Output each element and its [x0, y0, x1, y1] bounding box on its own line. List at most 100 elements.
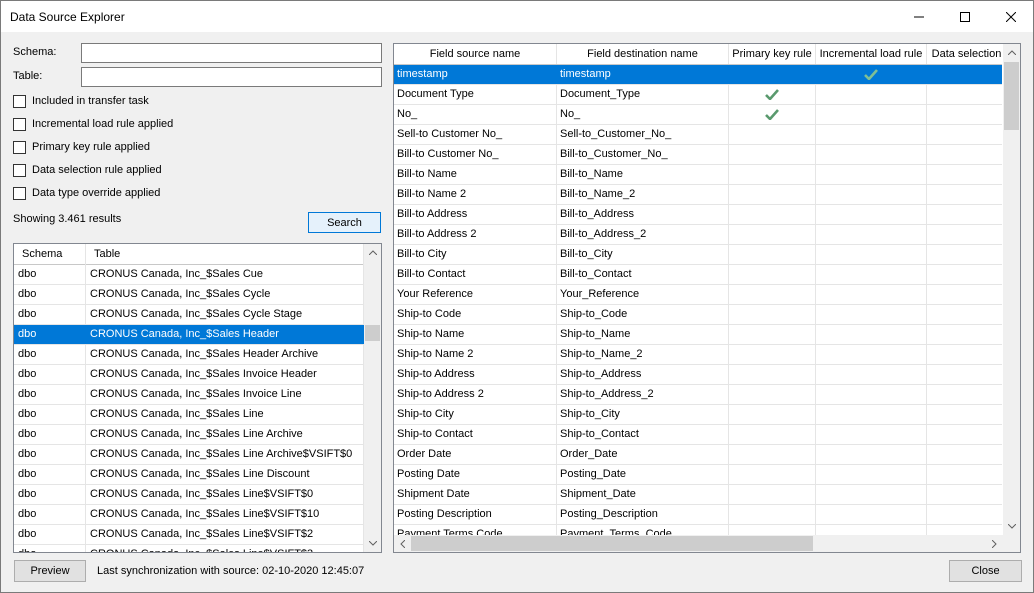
field-destination-cell: Bill-to_Name_2	[557, 185, 729, 204]
column-header-primary-key-rule[interactable]: Primary key rule	[729, 44, 816, 64]
included-in-transfer-task-checkbox[interactable]: Included in transfer task	[13, 93, 149, 109]
field-row[interactable]: Bill-to City Bill-to_City	[394, 245, 1002, 265]
table-row[interactable]: dboCRONUS Canada, Inc_$Sales Line$VSIFT$…	[14, 485, 364, 505]
data-selection-cell	[927, 65, 1002, 84]
schema-input[interactable]	[81, 43, 382, 63]
scroll-up-button[interactable]	[1003, 44, 1020, 61]
schema-cell: dbo	[14, 505, 86, 524]
field-destination-cell: Ship-to_Name	[557, 325, 729, 344]
fields-vertical-scrollbar[interactable]	[1003, 44, 1020, 535]
column-header-incremental-load-rule[interactable]: Incremental load rule	[816, 44, 927, 64]
field-row[interactable]: Order Date Order_Date	[394, 445, 1002, 465]
field-row[interactable]: Ship-to Address Ship-to_Address	[394, 365, 1002, 385]
field-row[interactable]: Ship-to Name 2 Ship-to_Name_2	[394, 345, 1002, 365]
checkbox-box[interactable]	[13, 117, 26, 131]
scroll-up-button[interactable]	[364, 244, 381, 261]
field-source-cell: Bill-to Name	[394, 165, 557, 184]
minimize-button[interactable]	[896, 1, 942, 32]
field-row[interactable]: Bill-to Customer No_ Bill-to_Customer_No_	[394, 145, 1002, 165]
field-row[interactable]: Bill-to Name 2 Bill-to_Name_2	[394, 185, 1002, 205]
scroll-right-button[interactable]	[986, 535, 1003, 552]
field-source-cell: Shipment Date	[394, 485, 557, 504]
field-row[interactable]: Posting Date Posting_Date	[394, 465, 1002, 485]
preview-button[interactable]: Preview	[14, 560, 86, 582]
primary-key-rule-checkbox[interactable]: Primary key rule applied	[13, 139, 150, 155]
scroll-down-button[interactable]	[364, 535, 381, 552]
incremental-load-cell	[816, 85, 927, 104]
close-window-button[interactable]	[988, 1, 1034, 32]
field-row[interactable]: Ship-to Address 2 Ship-to_Address_2	[394, 385, 1002, 405]
field-row[interactable]: No_ No_	[394, 105, 1002, 125]
table-label: Table:	[13, 70, 43, 82]
field-row[interactable]: Bill-to Address Bill-to_Address	[394, 205, 1002, 225]
schema-cell: dbo	[14, 485, 86, 504]
field-row[interactable]: Ship-to Contact Ship-to_Contact	[394, 425, 1002, 445]
incremental-load-rule-checkbox[interactable]: Incremental load rule applied	[13, 116, 173, 132]
tables-grid[interactable]: Schema Table dbo CRONUS Canada, Inc_$Sale…	[13, 243, 382, 553]
maximize-icon	[960, 11, 970, 22]
field-row[interactable]: Bill-to Address 2 Bill-to_Address_2	[394, 225, 1002, 245]
column-header-field-destination-name[interactable]: Field destination name	[557, 44, 729, 64]
table-row[interactable]: dbo CRONUS Canada, Inc_$Sales Header Arch…	[14, 345, 364, 365]
table-row[interactable]: dboCRONUS Canada, Inc_$Sales Line$VSIFT$…	[14, 545, 364, 552]
search-button[interactable]: Search	[308, 212, 381, 233]
table-row[interactable]: dbo CRONUS Canada, Inc_$Sales Line Archiv…	[14, 445, 364, 465]
scroll-thumb[interactable]	[411, 536, 813, 551]
field-row[interactable]: Shipment Date Shipment_Date	[394, 485, 1002, 505]
checkbox-box[interactable]	[13, 140, 26, 154]
field-row[interactable]: Your Reference Your_Reference	[394, 285, 1002, 305]
table-row[interactable]: dbo CRONUS Canada, Inc_$Sales Cycle Stage	[14, 305, 364, 325]
scroll-down-button[interactable]	[1003, 518, 1020, 535]
close-button[interactable]: Close	[949, 560, 1022, 582]
checkbox-box[interactable]	[13, 163, 26, 177]
checkbox-label: Data type override applied	[32, 187, 161, 199]
data-selection-cell	[927, 285, 1002, 304]
field-row[interactable]: Bill-to Contact Bill-to_Contact	[394, 265, 1002, 285]
checkbox-label: Incremental load rule applied	[32, 118, 174, 130]
column-header-table[interactable]: Table	[86, 244, 364, 265]
table-row[interactable]: dboCRONUS Canada, Inc_$Sales Line$VSIFT$…	[14, 505, 364, 525]
column-header-data-selection[interactable]: Data selection	[927, 44, 1002, 64]
field-row[interactable]: Sell-to Customer No_ Sell-to_Customer_No_	[394, 125, 1002, 145]
field-row[interactable]: Ship-to City Ship-to_City	[394, 405, 1002, 425]
tables-vertical-scrollbar[interactable]	[364, 244, 381, 552]
checkbox-box[interactable]	[13, 186, 26, 200]
data-selection-rule-checkbox[interactable]: Data selection rule applied	[13, 162, 162, 178]
schema-cell: dbo	[14, 305, 86, 324]
column-header-field-source-name[interactable]: Field source name	[394, 44, 557, 64]
sync-status: Last synchronization with source: 02-10-…	[97, 565, 365, 577]
table-row[interactable]: dbo CRONUS Canada, Inc_$Sales Invoice Lin…	[14, 385, 364, 405]
field-row[interactable]: Posting Description Posting_Description	[394, 505, 1002, 525]
field-row[interactable]: Ship-to Name Ship-to_Name	[394, 325, 1002, 345]
table-row[interactable]: dboCRONUS Canada, Inc_$Sales Line$VSIFT$…	[14, 525, 364, 545]
data-type-override-checkbox[interactable]: Data type override applied	[13, 185, 160, 201]
table-input[interactable]	[81, 67, 382, 87]
field-destination-cell: Ship-to_Address_2	[557, 385, 729, 404]
table-row[interactable]: dbo CRONUS Canada, Inc_$Sales Header	[14, 325, 364, 345]
scroll-thumb[interactable]	[1004, 62, 1019, 130]
field-row[interactable]: Ship-to Code Ship-to_Code	[394, 305, 1002, 325]
field-source-cell: Bill-to Customer No_	[394, 145, 557, 164]
field-row[interactable]: Bill-to Name Bill-to_Name	[394, 165, 1002, 185]
column-header-schema[interactable]: Schema	[14, 244, 86, 265]
primary-key-cell	[729, 445, 816, 464]
field-row[interactable]: Document Type Document_Type	[394, 85, 1002, 105]
fields-grid[interactable]: Field source name Field destination name…	[393, 43, 1021, 553]
table-row[interactable]: dbo CRONUS Canada, Inc_$Sales Line	[14, 405, 364, 425]
title-bar[interactable]: Data Source Explorer	[1, 1, 1033, 32]
scroll-left-button[interactable]	[394, 535, 411, 552]
field-source-cell: Bill-to Name 2	[394, 185, 557, 204]
fields-grid-rows: timestamp timestamp Document Type Document_…	[394, 65, 1002, 537]
data-selection-cell	[927, 425, 1002, 444]
primary-key-cell	[729, 405, 816, 424]
table-row[interactable]: dbo CRONUS Canada, Inc_$Sales Invoice Hea…	[14, 365, 364, 385]
checkbox-box[interactable]	[13, 94, 26, 108]
table-row[interactable]: dbo CRONUS Canada, Inc_$Sales Line Discou…	[14, 465, 364, 485]
table-row[interactable]: dbo CRONUS Canada, Inc_$Sales Cycle	[14, 285, 364, 305]
table-row[interactable]: dbo CRONUS Canada, Inc_$Sales Cue	[14, 265, 364, 285]
maximize-button[interactable]	[942, 1, 988, 32]
fields-horizontal-scrollbar[interactable]	[394, 535, 1003, 552]
table-row[interactable]: dbo CRONUS Canada, Inc_$Sales Line Archiv…	[14, 425, 364, 445]
field-row[interactable]: timestamp timestamp	[394, 65, 1002, 85]
scroll-thumb[interactable]	[365, 325, 380, 341]
